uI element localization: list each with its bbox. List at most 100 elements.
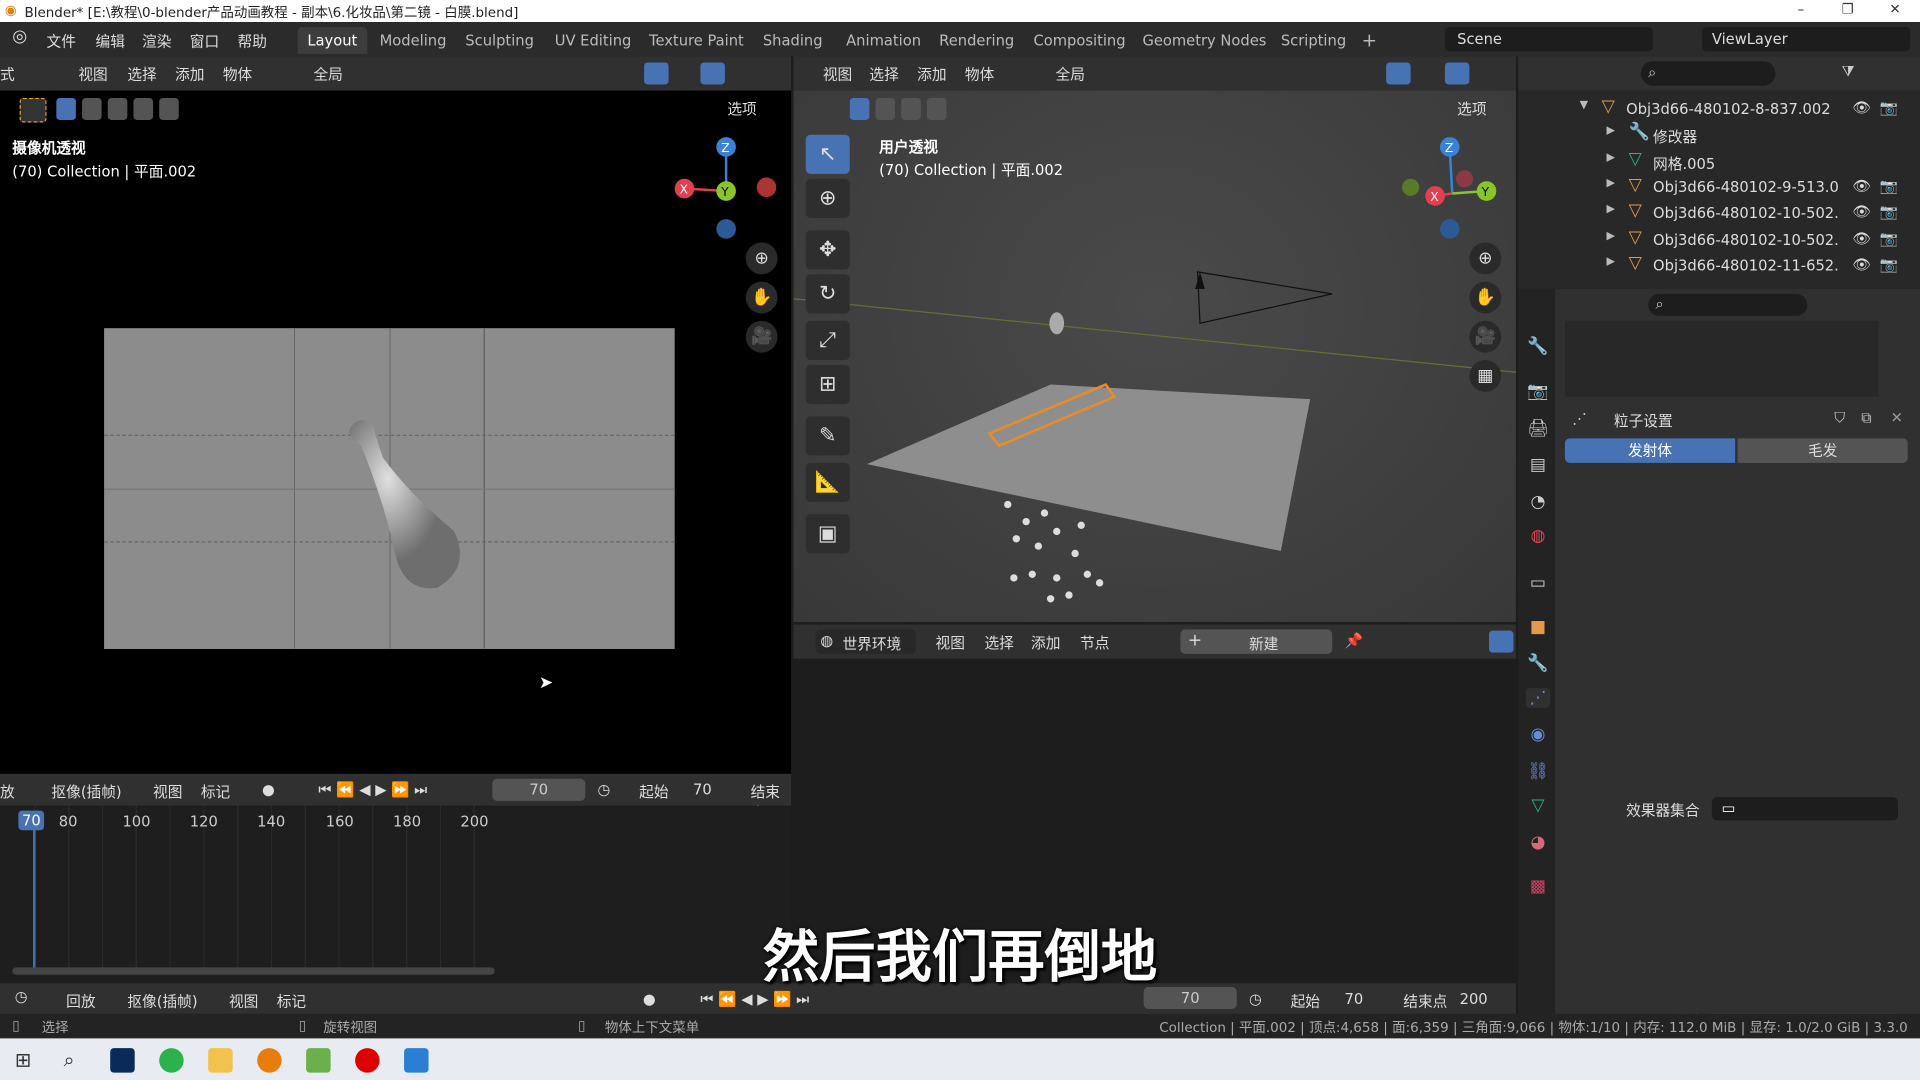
start-frame-field[interactable]: 70 [693,781,712,798]
start-frame-field[interactable]: 70 [1344,991,1363,1008]
select-mode-intersect[interactable] [159,97,179,121]
app-icon[interactable] [404,1048,429,1073]
tab-uv-editing[interactable]: UV Editing [545,27,641,54]
search-icon[interactable]: ⌕ [64,1048,75,1072]
playback-controls[interactable]: ⏮ ⏪ ◀ ▶ ⏩ ⏭ [700,991,809,1009]
menu-select[interactable]: 选择 [869,64,898,85]
effector-collection-field[interactable]: ▭ [1711,797,1898,821]
outliner-item[interactable]: ▶ ▽ Obj3d66-480102-11-652. 👁 📷 [1607,253,1911,277]
menu-render[interactable]: 渲染 [142,31,171,52]
record-button[interactable]: ● [262,781,275,798]
menu-view[interactable]: 视图 [78,64,107,85]
measure-tool-icon[interactable]: 📐 [805,462,850,503]
select-mode-invert[interactable] [133,97,154,121]
pin-icon[interactable]: 📌 [1344,632,1362,649]
particle-settings-name[interactable]: 粒子设置 [1614,410,1673,431]
menu-add[interactable]: 添加 [175,64,204,85]
render-camera-icon[interactable]: 📷 [1880,230,1898,247]
scene-selector[interactable]: Scene [1444,26,1654,52]
overlay-toggle[interactable] [1444,62,1470,85]
select-mode-extend[interactable] [82,97,102,121]
particles-tab-icon[interactable]: ⋰ [1525,688,1551,708]
photoshop-icon[interactable] [110,1048,135,1073]
menu-node[interactable]: 节点 [1080,632,1109,653]
playback-menu[interactable]: 回放 [66,991,95,1012]
menu-edit[interactable]: 编辑 [96,31,125,52]
render-camera-icon[interactable]: 📷 [1880,99,1898,116]
keying-menu[interactable]: 抠像(插帧) [51,781,121,802]
menu-marker[interactable]: 标记 [201,781,230,802]
visibility-eye-icon[interactable]: 👁 [1852,99,1871,116]
menu-window[interactable]: 窗口 [190,31,219,52]
transform-orientation[interactable]: 全局 [1056,64,1085,85]
constraints-tab-icon[interactable]: ⛓ [1526,762,1550,782]
expand-arrow-icon[interactable]: ▶ [1607,151,1615,163]
close-button[interactable]: ✕ [1889,1,1900,17]
file-explorer-icon[interactable] [208,1048,233,1073]
world-tab-icon[interactable]: ◍ [1526,527,1550,547]
view-layer-tab-icon[interactable]: ▤ [1526,456,1550,476]
expand-arrow-icon[interactable]: ▶ [1607,203,1615,215]
outliner-item[interactable]: ▼ ▽ Obj3d66-480102-8-837.002 👁 📷 [1580,97,1911,121]
camera-view-icon[interactable]: 🎥 [745,320,778,353]
menu-add[interactable]: 添加 [1031,632,1060,653]
visibility-eye-icon[interactable]: 👁 [1852,256,1871,273]
modifier-tab-icon[interactable]: 🔧 [1526,654,1550,674]
annotate-tool-icon[interactable]: ✎ [805,416,850,456]
menu-object[interactable]: 物体 [965,64,994,85]
transform-orientation[interactable]: 全局 [313,64,342,85]
outliner-item[interactable]: ▶ ▽ 网格.005 [1607,149,1911,173]
zoom-icon[interactable]: ⊕ [745,242,778,275]
recorder-icon[interactable] [355,1048,380,1073]
object-tab-icon[interactable]: ■ [1526,617,1550,637]
expand-arrow-icon[interactable]: ▶ [1607,125,1615,137]
rotate-tool-icon[interactable]: ↻ [805,274,850,314]
minimize-button[interactable]: – [1798,1,1805,17]
tab-emitter[interactable]: 发射体 [1564,438,1736,463]
end-frame-field[interactable]: 200 [1460,991,1488,1008]
texture-tab-icon[interactable]: ▩ [1526,877,1550,897]
view-layer-selector[interactable]: ViewLayer [1702,26,1911,52]
output-tab-icon[interactable]: 🖨 [1526,419,1550,439]
user-perspective-viewport[interactable]: 选项 用户透视 (70) Collection | 平面.002 ↖ ⊕ ✥ ↻… [793,90,1516,623]
windows-start-icon[interactable]: ⊞ [15,1048,31,1071]
pan-hand-icon[interactable]: ✋ [745,281,778,314]
fake-user-icon[interactable]: ⛉ [1834,409,1845,427]
select-mode-new[interactable] [56,97,76,121]
collection-tab-icon[interactable]: ▭ [1526,573,1550,593]
outliner-search[interactable]: ⌕ [1640,61,1776,86]
scale-tool-icon[interactable]: ⤢ [805,320,850,361]
outliner-item[interactable]: ▶ ▽ Obj3d66-480102-10-502. 👁 📷 [1607,227,1911,251]
menu-object[interactable]: 物体 [223,64,252,85]
blender-menu-icon[interactable]: ◎ [12,27,27,47]
menu-select[interactable]: 选择 [127,64,156,85]
visibility-eye-icon[interactable]: 👁 [1852,230,1871,247]
unlink-icon[interactable]: ✕ [1891,409,1903,426]
add-cube-tool-icon[interactable]: ▣ [805,514,850,554]
visibility-eye-icon[interactable]: 👁 [1852,177,1871,194]
menu-marker[interactable]: 标记 [277,991,306,1012]
tab-geometry-nodes[interactable]: Geometry Nodes [1133,27,1277,54]
gizmo-toggle[interactable] [644,62,669,85]
menu-view[interactable]: 视图 [823,64,852,85]
tab-scripting[interactable]: Scripting [1271,27,1356,54]
playback-controls[interactable]: ⏮ ⏪ ◀ ▶ ⏩ ⏭ [318,781,427,799]
collapse-arrow-icon[interactable]: ▼ [1580,99,1588,111]
pan-hand-icon[interactable]: ✋ [1469,281,1502,314]
expand-arrow-icon[interactable]: ▶ [1607,177,1615,189]
navigation-gizmo[interactable]: Z X Y [671,135,781,245]
menu-help[interactable]: 帮助 [238,31,267,52]
current-frame-field[interactable]: 70 [492,778,586,801]
playback-menu[interactable]: 放 [0,781,15,802]
scene-tab-icon[interactable]: ◔ [1526,492,1550,512]
navigation-gizmo[interactable]: Z X Y [1398,135,1497,245]
physics-tab-icon[interactable]: ◉ [1526,725,1550,745]
perspective-grid-icon[interactable]: ▦ [1469,360,1502,392]
tab-sculpting[interactable]: Sculpting [456,27,544,54]
tab-modeling[interactable]: Modeling [370,27,456,54]
particle-system-list[interactable] [1564,320,1879,397]
add-workspace-button[interactable]: + [1352,27,1387,54]
record-button[interactable]: ● [643,991,656,1008]
tab-texture-paint[interactable]: Texture Paint [639,27,753,54]
cursor-tool-icon[interactable]: ⊕ [805,178,850,218]
